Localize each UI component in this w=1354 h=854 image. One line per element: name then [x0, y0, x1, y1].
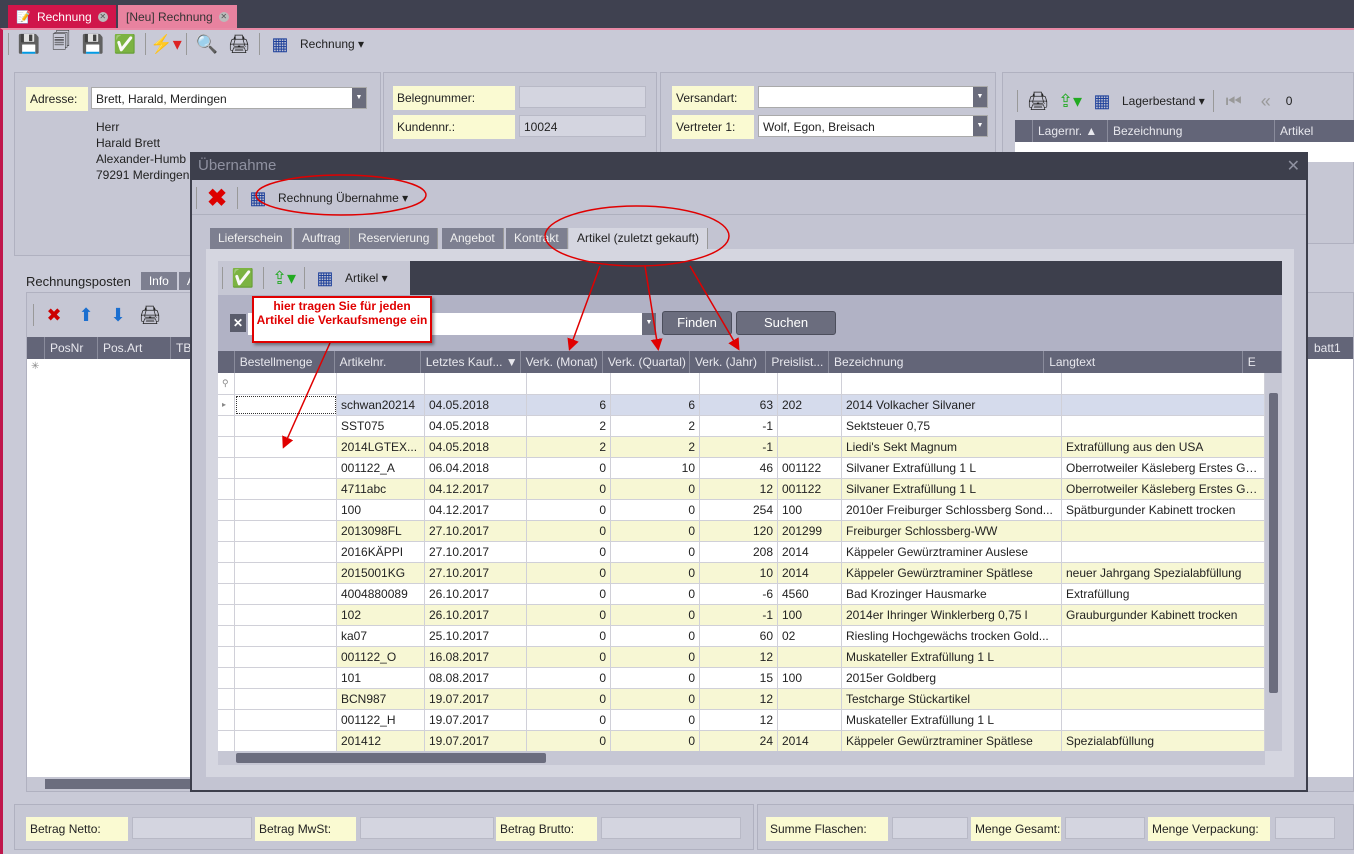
- arrow-jahr: [689, 265, 740, 351]
- arrow-bestellmenge: [282, 342, 331, 449]
- arrow-monat: [567, 265, 601, 351]
- highlight-ellipse-view: [255, 174, 427, 216]
- annotation-callout: hier tragen Sie für jeden Artikel die Ve…: [252, 296, 432, 343]
- highlight-ellipse-tab: [544, 205, 730, 267]
- annotation-overlay: [255, 174, 740, 449]
- arrow-quartal: [644, 265, 663, 351]
